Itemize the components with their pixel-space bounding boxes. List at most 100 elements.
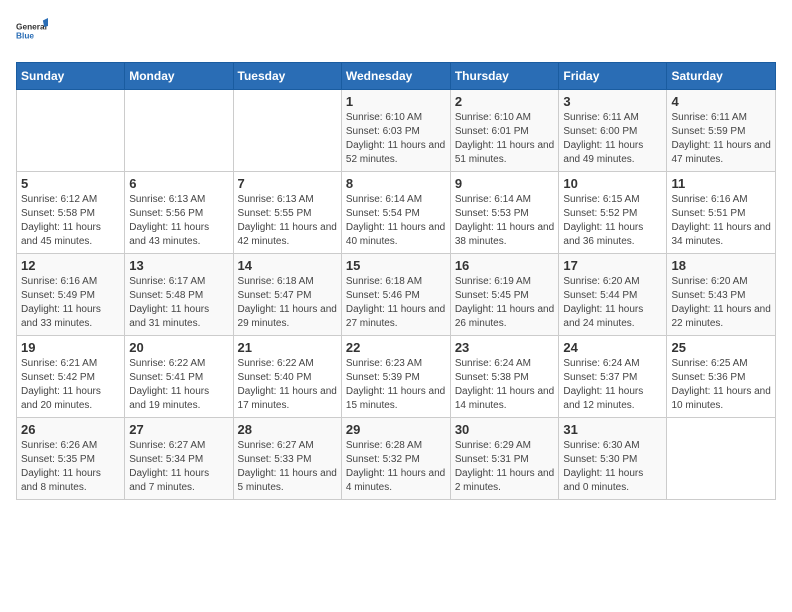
calendar-day-cell: 9 Sunrise: 6:14 AMSunset: 5:53 PMDaylight… (450, 172, 559, 254)
day-info: Sunrise: 6:13 AMSunset: 5:55 PMDaylight:… (238, 193, 337, 249)
day-info: Sunrise: 6:18 AMSunset: 5:46 PMDaylight:… (346, 275, 446, 331)
day-number: 7 (238, 176, 337, 191)
calendar-table: SundayMondayTuesdayWednesdayThursdayFrid… (16, 62, 776, 500)
calendar-day-cell: 3 Sunrise: 6:11 AMSunset: 6:00 PMDaylight… (559, 90, 667, 172)
calendar-week-row: 19 Sunrise: 6:21 AMSunset: 5:42 PMDayligh… (17, 336, 776, 418)
day-number: 27 (129, 422, 228, 437)
day-number: 9 (455, 176, 555, 191)
day-info: Sunrise: 6:26 AMSunset: 5:35 PMDaylight:… (21, 439, 120, 495)
day-info: Sunrise: 6:20 AMSunset: 5:44 PMDaylight:… (563, 275, 662, 331)
day-info: Sunrise: 6:11 AMSunset: 5:59 PMDaylight:… (671, 111, 771, 167)
day-info: Sunrise: 6:20 AMSunset: 5:43 PMDaylight:… (671, 275, 771, 331)
day-number: 24 (563, 340, 662, 355)
calendar-day-cell: 27 Sunrise: 6:27 AMSunset: 5:34 PMDayligh… (125, 418, 233, 500)
day-info: Sunrise: 6:10 AMSunset: 6:03 PMDaylight:… (346, 111, 446, 167)
day-info: Sunrise: 6:19 AMSunset: 5:45 PMDaylight:… (455, 275, 555, 331)
calendar-day-cell: 17 Sunrise: 6:20 AMSunset: 5:44 PMDayligh… (559, 254, 667, 336)
day-info: Sunrise: 6:24 AMSunset: 5:38 PMDaylight:… (455, 357, 555, 413)
calendar-day-cell: 1Sunrise: 6:10 AMSunset: 6:03 PMDaylight… (341, 90, 450, 172)
day-number: 3 (563, 94, 662, 109)
calendar-day-cell: 19 Sunrise: 6:21 AMSunset: 5:42 PMDayligh… (17, 336, 125, 418)
calendar-day-cell: 13 Sunrise: 6:17 AMSunset: 5:48 PMDayligh… (125, 254, 233, 336)
calendar-week-row: 5 Sunrise: 6:12 AMSunset: 5:58 PMDaylight… (17, 172, 776, 254)
day-number: 14 (238, 258, 337, 273)
day-number: 22 (346, 340, 446, 355)
calendar-day-cell: 11 Sunrise: 6:16 AMSunset: 5:51 PMDayligh… (667, 172, 776, 254)
day-info: Sunrise: 6:27 AMSunset: 5:34 PMDaylight:… (129, 439, 228, 495)
calendar-day-cell: 20 Sunrise: 6:22 AMSunset: 5:41 PMDayligh… (125, 336, 233, 418)
logo-icon: General Blue (16, 16, 48, 52)
day-info: Sunrise: 6:25 AMSunset: 5:36 PMDaylight:… (671, 357, 771, 413)
calendar-week-row: 12 Sunrise: 6:16 AMSunset: 5:49 PMDayligh… (17, 254, 776, 336)
day-info: Sunrise: 6:27 AMSunset: 5:33 PMDaylight:… (238, 439, 337, 495)
day-number: 26 (21, 422, 120, 437)
day-number: 28 (238, 422, 337, 437)
calendar-day-cell: 26 Sunrise: 6:26 AMSunset: 5:35 PMDayligh… (17, 418, 125, 500)
calendar-day-cell: 12 Sunrise: 6:16 AMSunset: 5:49 PMDayligh… (17, 254, 125, 336)
empty-cell (233, 90, 341, 172)
day-info: Sunrise: 6:30 AMSunset: 5:30 PMDaylight:… (563, 439, 662, 495)
calendar-day-cell: 4Sunrise: 6:11 AMSunset: 5:59 PMDaylight… (667, 90, 776, 172)
day-number: 12 (21, 258, 120, 273)
day-info: Sunrise: 6:15 AMSunset: 5:52 PMDaylight:… (563, 193, 662, 249)
calendar-day-cell: 23 Sunrise: 6:24 AMSunset: 5:38 PMDayligh… (450, 336, 559, 418)
day-number: 5 (21, 176, 120, 191)
day-number: 8 (346, 176, 446, 191)
calendar-day-cell: 29 Sunrise: 6:28 AMSunset: 5:32 PMDayligh… (341, 418, 450, 500)
day-info: Sunrise: 6:17 AMSunset: 5:48 PMDaylight:… (129, 275, 228, 331)
calendar-day-cell: 15 Sunrise: 6:18 AMSunset: 5:46 PMDayligh… (341, 254, 450, 336)
day-number: 19 (21, 340, 120, 355)
day-info: Sunrise: 6:12 AMSunset: 5:58 PMDaylight:… (21, 193, 120, 249)
calendar-day-cell: 5 Sunrise: 6:12 AMSunset: 5:58 PMDaylight… (17, 172, 125, 254)
calendar-day-cell: 6 Sunrise: 6:13 AMSunset: 5:56 PMDaylight… (125, 172, 233, 254)
day-number: 29 (346, 422, 446, 437)
day-number: 15 (346, 258, 446, 273)
weekday-header-monday: Monday (125, 63, 233, 90)
weekday-header-tuesday: Tuesday (233, 63, 341, 90)
calendar-day-cell: 10 Sunrise: 6:15 AMSunset: 5:52 PMDayligh… (559, 172, 667, 254)
day-number: 16 (455, 258, 555, 273)
calendar-day-cell: 7 Sunrise: 6:13 AMSunset: 5:55 PMDaylight… (233, 172, 341, 254)
day-info: Sunrise: 6:21 AMSunset: 5:42 PMDaylight:… (21, 357, 120, 413)
day-info: Sunrise: 6:14 AMSunset: 5:54 PMDaylight:… (346, 193, 446, 249)
header: General Blue (16, 16, 776, 52)
day-info: Sunrise: 6:16 AMSunset: 5:51 PMDaylight:… (671, 193, 771, 249)
day-info: Sunrise: 6:14 AMSunset: 5:53 PMDaylight:… (455, 193, 555, 249)
day-info: Sunrise: 6:22 AMSunset: 5:40 PMDaylight:… (238, 357, 337, 413)
calendar-day-cell: 18Sunrise: 6:20 AMSunset: 5:43 PMDayligh… (667, 254, 776, 336)
day-number: 30 (455, 422, 555, 437)
day-number: 31 (563, 422, 662, 437)
day-info: Sunrise: 6:28 AMSunset: 5:32 PMDaylight:… (346, 439, 446, 495)
day-number: 21 (238, 340, 337, 355)
day-number: 20 (129, 340, 228, 355)
calendar-day-cell: 2 Sunrise: 6:10 AMSunset: 6:01 PMDaylight… (450, 90, 559, 172)
day-info: Sunrise: 6:22 AMSunset: 5:41 PMDaylight:… (129, 357, 228, 413)
day-number: 2 (455, 94, 555, 109)
day-number: 23 (455, 340, 555, 355)
weekday-header-sunday: Sunday (17, 63, 125, 90)
svg-text:Blue: Blue (16, 30, 34, 40)
weekday-header-thursday: Thursday (450, 63, 559, 90)
day-number: 10 (563, 176, 662, 191)
day-info: Sunrise: 6:13 AMSunset: 5:56 PMDaylight:… (129, 193, 228, 249)
weekday-header-wednesday: Wednesday (341, 63, 450, 90)
calendar-day-cell: 25 Sunrise: 6:25 AMSunset: 5:36 PMDayligh… (667, 336, 776, 418)
calendar-day-cell: 22 Sunrise: 6:23 AMSunset: 5:39 PMDayligh… (341, 336, 450, 418)
day-number: 11 (671, 176, 771, 191)
empty-cell (125, 90, 233, 172)
day-info: Sunrise: 6:10 AMSunset: 6:01 PMDaylight:… (455, 111, 555, 167)
day-info: Sunrise: 6:23 AMSunset: 5:39 PMDaylight:… (346, 357, 446, 413)
day-info: Sunrise: 6:24 AMSunset: 5:37 PMDaylight:… (563, 357, 662, 413)
day-number: 17 (563, 258, 662, 273)
day-number: 6 (129, 176, 228, 191)
calendar-day-cell: 30Sunrise: 6:29 AMSunset: 5:31 PMDayligh… (450, 418, 559, 500)
day-number: 13 (129, 258, 228, 273)
calendar-week-row: 1Sunrise: 6:10 AMSunset: 6:03 PMDaylight… (17, 90, 776, 172)
weekday-header-saturday: Saturday (667, 63, 776, 90)
day-info: Sunrise: 6:11 AMSunset: 6:00 PMDaylight:… (563, 111, 662, 167)
calendar-day-cell: 28 Sunrise: 6:27 AMSunset: 5:33 PMDayligh… (233, 418, 341, 500)
weekday-header-friday: Friday (559, 63, 667, 90)
day-info: Sunrise: 6:16 AMSunset: 5:49 PMDaylight:… (21, 275, 120, 331)
calendar-day-cell: 24 Sunrise: 6:24 AMSunset: 5:37 PMDayligh… (559, 336, 667, 418)
day-number: 25 (671, 340, 771, 355)
